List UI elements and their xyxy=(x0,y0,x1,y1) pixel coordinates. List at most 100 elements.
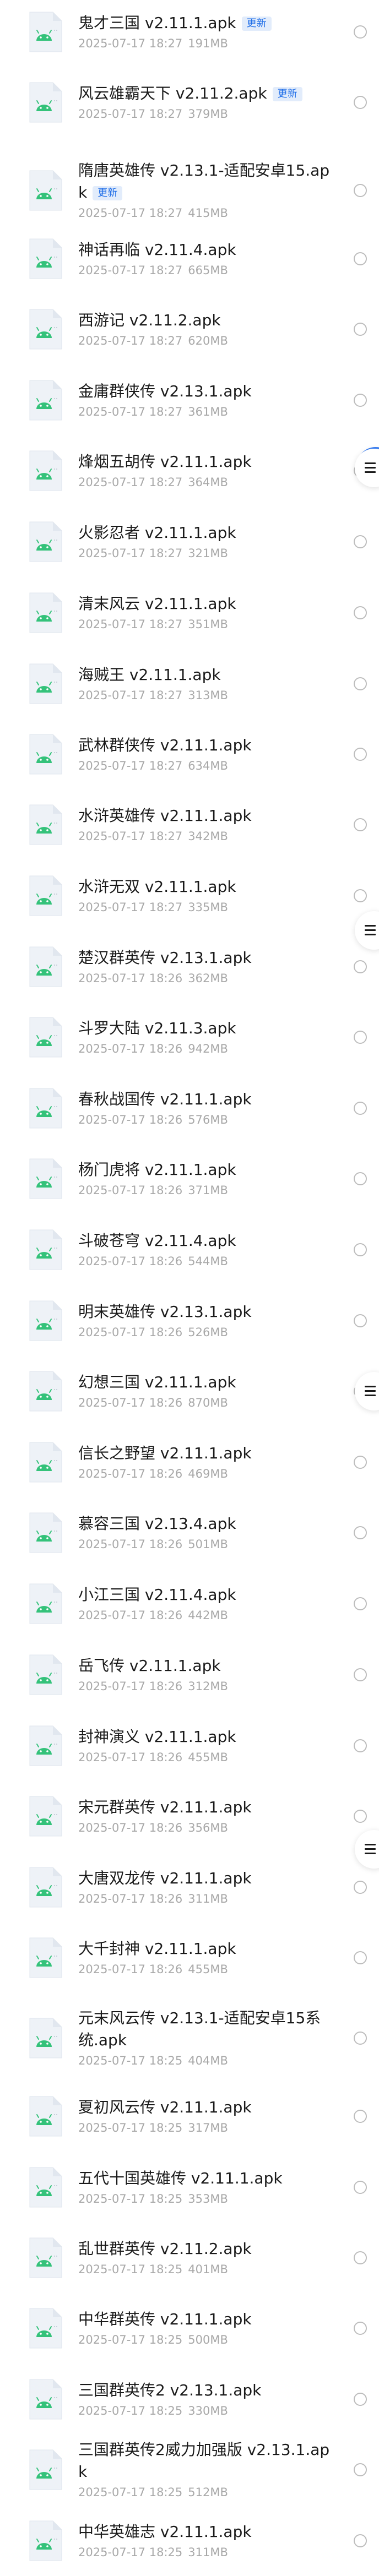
select-radio[interactable] xyxy=(354,1102,367,1115)
file-row[interactable]: 三国群英传2 v2.13.1.apk 2025-07-17 18:25 330MB xyxy=(0,2364,379,2435)
file-row[interactable]: 小江三国 v2.11.4.apk 2025-07-17 18:26 442MB xyxy=(0,1569,379,1639)
file-title-line: 慕容三国 v2.13.4.apk xyxy=(78,1513,335,1535)
file-date: 2025-07-17 18:26 xyxy=(78,1680,183,1693)
file-row[interactable]: 明末英雄传 v2.13.1.apk 2025-07-17 18:26 526MB xyxy=(0,1286,379,1356)
select-radio[interactable] xyxy=(354,1456,367,1469)
file-row[interactable]: 慕容三国 v2.13.4.apk 2025-07-17 18:26 501MB xyxy=(0,1497,379,1568)
file-row[interactable]: 武林群侠传 v2.11.1.apk 2025-07-17 18:27 634MB xyxy=(0,719,379,789)
file-row[interactable]: 斗罗大陆 v2.11.3.apk 2025-07-17 18:26 942MB xyxy=(0,1002,379,1072)
file-row[interactable]: 火影忍者 v2.11.1.apk 2025-07-17 18:27 321MB xyxy=(0,507,379,577)
file-date: 2025-07-17 18:25 xyxy=(78,2404,183,2417)
file-list: 鬼才三国 v2.11.1.apk 更新 2025-07-17 18:27 191MB 风… xyxy=(0,0,379,2570)
select-radio[interactable] xyxy=(354,25,367,39)
select-radio[interactable] xyxy=(354,2181,367,2194)
select-radio[interactable] xyxy=(354,323,367,336)
select-radio[interactable] xyxy=(354,1031,367,1044)
file-title-line: 风云雄霸天下 v2.11.2.apk 更新 xyxy=(78,83,335,105)
file-row[interactable]: 三国群英传2威力加强版 v2.13.1.apk 2025-07-17 18:25 5… xyxy=(0,2435,379,2505)
select-radio[interactable] xyxy=(354,1243,367,1256)
select-radio[interactable] xyxy=(354,2463,367,2476)
file-row[interactable]: 封神演义 v2.11.1.apk 2025-07-17 18:26 455MB xyxy=(0,1711,379,1781)
file-row[interactable]: 信长之野望 v2.11.1.apk 2025-07-17 18:26 469MB xyxy=(0,1427,379,1497)
select-radio[interactable] xyxy=(354,1172,367,1185)
file-row[interactable]: 夏初风云传 v2.11.1.apk 2025-07-17 18:25 317MB xyxy=(0,2081,379,2152)
select-radio[interactable] xyxy=(354,960,367,973)
file-title-line: 杨门虎将 v2.11.1.apk xyxy=(78,1159,335,1181)
file-size: 469MB xyxy=(188,1467,228,1480)
file-row[interactable]: 斗破苍穹 v2.11.4.apk 2025-07-17 18:26 544MB xyxy=(0,1215,379,1285)
select-radio[interactable] xyxy=(354,1881,367,1894)
file-meta: 2025-07-17 18:27 620MB xyxy=(78,333,335,349)
file-size: 501MB xyxy=(188,1538,228,1551)
select-radio[interactable] xyxy=(354,2322,367,2335)
select-radio[interactable] xyxy=(354,889,367,902)
select-radio[interactable] xyxy=(354,252,367,265)
file-title-line: 宋元群英传 v2.11.1.apk xyxy=(78,1796,335,1818)
android-apk-file-icon xyxy=(22,2164,68,2210)
file-row[interactable]: 岳飞传 v2.11.1.apk 2025-07-17 18:26 312MB xyxy=(0,1640,379,1710)
select-radio[interactable] xyxy=(354,1526,367,1539)
file-row[interactable]: 楚汉群英传 v2.13.1.apk 2025-07-17 18:26 362MB xyxy=(0,932,379,1002)
file-row[interactable]: 鬼才三国 v2.11.1.apk 更新 2025-07-17 18:27 191MB xyxy=(0,0,379,67)
select-radio[interactable] xyxy=(354,2534,367,2547)
file-title-line: 隋唐英雄传 v2.13.1-适配安卓15.apk 更新 xyxy=(78,160,335,204)
select-radio[interactable] xyxy=(354,606,367,619)
file-name: 鬼才三国 v2.11.1.apk xyxy=(78,14,236,32)
file-title-line: 金庸群侠传 v2.13.1.apk xyxy=(78,380,335,402)
select-radio[interactable] xyxy=(354,1597,367,1610)
update-badge: 更新 xyxy=(93,186,123,200)
select-radio[interactable] xyxy=(354,1314,367,1327)
file-row[interactable]: 海贼王 v2.11.1.apk 2025-07-17 18:27 313MB xyxy=(0,649,379,719)
file-row[interactable]: 幻想三国 v2.11.1.apk 2025-07-17 18:26 870MB xyxy=(0,1356,379,1426)
android-apk-file-icon xyxy=(22,1014,68,1060)
file-meta: 2025-07-17 18:26 362MB xyxy=(78,970,335,987)
file-size: 942MB xyxy=(188,1042,228,1055)
file-row[interactable]: 金庸群侠传 v2.13.1.apk 2025-07-17 18:27 361MB xyxy=(0,365,379,435)
file-meta: 2025-07-17 18:27 321MB xyxy=(78,545,335,562)
select-radio[interactable] xyxy=(354,96,367,109)
select-radio[interactable] xyxy=(354,2110,367,2123)
file-row[interactable]: 中华群英传 v2.11.1.apk 2025-07-17 18:25 500MB xyxy=(0,2293,379,2363)
file-row[interactable]: 西游记 v2.11.2.apk 2025-07-17 18:27 620MB xyxy=(0,294,379,364)
android-apk-file-icon xyxy=(22,731,68,777)
file-size: 526MB xyxy=(188,1326,228,1339)
select-radio[interactable] xyxy=(354,1668,367,1681)
file-title-line: 武林群侠传 v2.11.1.apk xyxy=(78,734,335,756)
android-apk-file-icon xyxy=(22,1227,68,1273)
file-size: 500MB xyxy=(188,2333,228,2346)
android-apk-file-icon xyxy=(22,2518,68,2564)
android-apk-file-icon xyxy=(22,873,68,919)
file-row[interactable]: 风云雄霸天下 v2.11.2.apk 更新 2025-07-17 18:27 379M… xyxy=(0,67,379,138)
file-row[interactable]: 隋唐英雄传 v2.13.1-适配安卓15.apk 更新 2025-07-17 18:… xyxy=(0,149,379,232)
select-radio[interactable] xyxy=(354,535,367,548)
file-row[interactable]: 宋元群英传 v2.11.1.apk 2025-07-17 18:26 356MB xyxy=(0,1781,379,1851)
select-radio[interactable] xyxy=(354,2032,367,2045)
file-title-line: 大千封神 v2.11.1.apk xyxy=(78,1938,335,1960)
file-row[interactable]: 杨门虎将 v2.11.1.apk 2025-07-17 18:26 371MB xyxy=(0,1143,379,1214)
select-radio[interactable] xyxy=(354,2251,367,2264)
file-row[interactable]: 水浒无双 v2.11.1.apk 2025-07-17 18:27 335MB xyxy=(0,861,379,931)
select-radio[interactable] xyxy=(354,748,367,761)
file-row[interactable]: 中华英雄志 v2.11.1.apk 2025-07-17 18:25 311MB xyxy=(0,2506,379,2576)
select-radio[interactable] xyxy=(354,677,367,690)
select-radio[interactable] xyxy=(354,1739,367,1752)
select-radio[interactable] xyxy=(354,184,367,197)
file-row[interactable]: 大千封神 v2.11.1.apk 2025-07-17 18:26 455MB xyxy=(0,1923,379,1993)
select-radio[interactable] xyxy=(354,394,367,407)
file-row[interactable]: 神话再临 v2.11.4.apk 2025-07-17 18:27 665MB xyxy=(0,224,379,294)
select-radio[interactable] xyxy=(354,818,367,831)
file-row[interactable]: 五代十国英雄传 v2.11.1.apk 2025-07-17 18:25 353MB xyxy=(0,2152,379,2223)
file-title-line: 明末英雄传 v2.13.1.apk xyxy=(78,1301,335,1323)
file-name: 三国群英传2威力加强版 v2.13.1.apk xyxy=(78,2441,330,2481)
select-radio[interactable] xyxy=(354,1810,367,1823)
file-row[interactable]: 元末风云传 v2.13.1-适配安卓15系统.apk 2025-07-17 18:… xyxy=(0,1997,379,2079)
file-row[interactable]: 春秋战国传 v2.11.1.apk 2025-07-17 18:26 576MB xyxy=(0,1073,379,1143)
select-radio[interactable] xyxy=(354,1951,367,1964)
file-row[interactable]: 乱世群英传 v2.11.2.apk 2025-07-17 18:25 401MB xyxy=(0,2223,379,2293)
select-radio[interactable] xyxy=(354,2393,367,2406)
file-row[interactable]: 清末风云 v2.11.1.apk 2025-07-17 18:27 351MB xyxy=(0,578,379,648)
android-apk-file-icon xyxy=(22,1368,68,1414)
file-row[interactable]: 水浒英雄传 v2.11.1.apk 2025-07-17 18:27 342MB xyxy=(0,789,379,860)
file-row[interactable]: 大唐双龙传 v2.11.1.apk 2025-07-17 18:26 311MB xyxy=(0,1852,379,1923)
file-row[interactable]: 烽烟五胡传 v2.11.1.apk 2025-07-17 18:27 364MB xyxy=(0,435,379,506)
